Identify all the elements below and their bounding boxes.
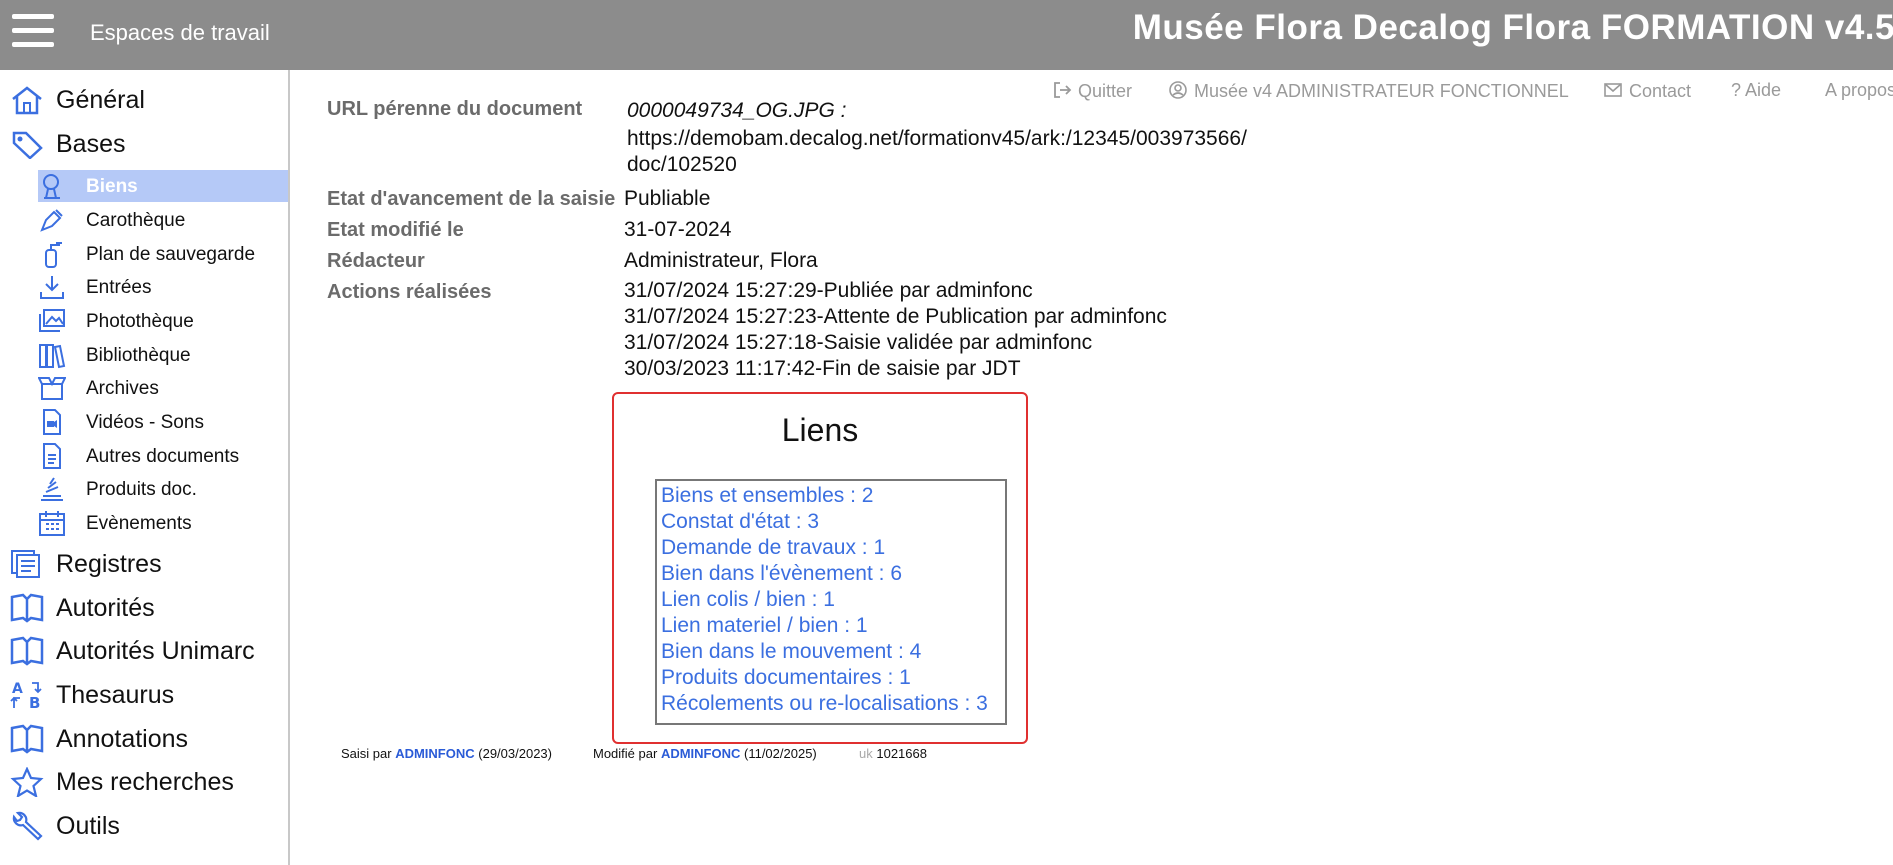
sidebar-item-general[interactable]: Général	[0, 80, 288, 120]
sidebar-item-label: Vidéos - Sons	[86, 412, 204, 433]
bust-icon	[38, 172, 66, 200]
action-line: 31/07/2024 15:27:23-Attente de Publicati…	[624, 305, 1167, 328]
lien-produits-documentaires[interactable]: Produits documentaires : 1	[661, 666, 911, 690]
modifie-user-link[interactable]: ADMINFONC	[661, 746, 740, 761]
images-icon	[38, 307, 66, 335]
modifie-value: 31-07-2024	[624, 218, 732, 241]
document-icon	[38, 442, 66, 470]
liens-panel: Liens Biens et ensembles : 2 Constat d'é…	[612, 392, 1028, 744]
sort-alpha-icon: AB	[10, 680, 44, 712]
sidebar-item-label: Produits doc.	[86, 479, 197, 500]
registers-icon	[10, 549, 44, 579]
sidebar-item-bases[interactable]: Bases	[0, 124, 288, 164]
sidebar-item-autorites-unimarc[interactable]: Autorités Unimarc	[0, 631, 288, 671]
modifie-info: Modifié par ADMINFONC (11/02/2025)	[593, 746, 817, 761]
liens-list: Biens et ensembles : 2 Constat d'état : …	[655, 479, 1007, 725]
etat-value: Publiable	[624, 187, 711, 210]
lien-recolements[interactable]: Récolements ou re-localisations : 3	[661, 692, 988, 716]
sidebar-item-bibliotheque[interactable]: Bibliothèque	[38, 339, 288, 371]
lien-biens-ensembles[interactable]: Biens et ensembles : 2	[661, 484, 873, 508]
tag-icon	[10, 129, 44, 160]
sidebar-item-label: Biens	[86, 176, 138, 197]
open-book-icon	[10, 724, 44, 754]
lien-demande-travaux[interactable]: Demande de travaux : 1	[661, 536, 885, 560]
redacteur-value: Administrateur, Flora	[624, 249, 818, 272]
lien-colis-bien[interactable]: Lien colis / bien : 1	[661, 588, 835, 612]
redacteur-label: Rédacteur	[327, 250, 425, 272]
sidebar-item-label: Bibliothèque	[86, 345, 191, 366]
books-icon	[38, 341, 66, 369]
sidebar-item-thesaurus[interactable]: AB Thesaurus	[0, 675, 288, 715]
sidebar-item-biens[interactable]: Biens	[38, 170, 288, 202]
sidebar-item-evenements[interactable]: Evènements	[38, 507, 288, 539]
pen-icon	[38, 206, 66, 234]
svg-text:B: B	[29, 694, 40, 710]
url-line-3[interactable]: doc/102520	[627, 152, 737, 178]
sidebar-item-annotations[interactable]: Annotations	[0, 719, 288, 759]
video-file-icon	[38, 408, 66, 436]
sidebar-item-phototheque[interactable]: Photothèque	[38, 305, 288, 337]
actions-label: Actions réalisées	[327, 281, 492, 303]
action-line: 31/07/2024 15:27:18-Saisie validée par a…	[624, 331, 1093, 354]
extinguisher-icon	[38, 240, 66, 268]
workspaces-button[interactable]: Espaces de travail	[90, 20, 270, 46]
box-icon	[37, 374, 67, 402]
sidebar-item-label: Annotations	[56, 725, 189, 753]
sidebar-item-label: Bases	[56, 130, 126, 158]
calendar-icon	[38, 509, 66, 537]
sidebar-item-label: Photothèque	[86, 311, 194, 332]
sidebar-item-registres[interactable]: Registres	[0, 544, 288, 584]
action-line: 31/07/2024 15:27:29-Publiée par adminfon…	[624, 279, 1033, 302]
modifie-label: Etat modifié le	[327, 219, 464, 241]
saisi-info: Saisi par ADMINFONC (29/03/2023)	[341, 746, 552, 761]
top-bar: Espaces de travail Musée Flora Decalog F…	[0, 0, 1893, 70]
lien-bien-evenement[interactable]: Bien dans l'évènement : 6	[661, 562, 902, 586]
lien-constat-etat[interactable]: Constat d'état : 3	[661, 510, 819, 534]
sidebar-item-label: Outils	[56, 812, 120, 840]
sidebar-item-label: Mes recherches	[56, 768, 234, 796]
sidebar-item-outils[interactable]: Outils	[0, 806, 288, 846]
saisi-user-link[interactable]: ADMINFONC	[395, 746, 474, 761]
sidebar-item-autorites[interactable]: Autorités	[0, 588, 288, 628]
wrench-icon	[10, 811, 44, 841]
sidebar-item-label: Autorités	[56, 594, 155, 622]
sidebar-item-label: Evènements	[86, 513, 192, 534]
liens-title: Liens	[781, 412, 859, 448]
url-line-1: 0000049734_OG.JPG :	[627, 99, 847, 122]
stack-icon	[38, 475, 66, 503]
open-book-icon	[10, 636, 44, 666]
svg-text:A: A	[12, 681, 23, 697]
sidebar-item-archives[interactable]: Archives	[37, 372, 288, 404]
menu-icon[interactable]	[12, 14, 54, 54]
sidebar-item-label: Plan de sauvegarde	[86, 244, 256, 265]
home-icon	[10, 85, 44, 115]
sidebar-item-entrees[interactable]: Entrées	[38, 271, 288, 303]
sidebar-item-plan-sauvegarde[interactable]: Plan de sauvegarde	[38, 238, 288, 270]
sidebar-item-label: Carothèque	[86, 210, 186, 231]
lien-materiel-bien[interactable]: Lien materiel / bien : 1	[661, 614, 868, 638]
action-line: 30/03/2023 11:17:42-Fin de saisie par JD…	[624, 357, 1021, 380]
sidebar-item-mes-recherches[interactable]: Mes recherches	[0, 762, 288, 802]
lien-bien-mouvement[interactable]: Bien dans le mouvement : 4	[661, 640, 921, 664]
sidebar-item-videos-sons[interactable]: Vidéos - Sons	[38, 406, 288, 438]
sidebar-item-autres-documents[interactable]: Autres documents	[38, 440, 288, 472]
download-icon	[38, 273, 66, 301]
sidebar: Général Bases Biens Carothèque Plan de s…	[0, 70, 290, 865]
sidebar-item-label: Thesaurus	[56, 681, 175, 709]
sidebar-item-label: Entrées	[86, 277, 152, 298]
open-book-icon	[10, 593, 44, 623]
app-title: Musée Flora Decalog Flora FORMATION v4.5	[1132, 8, 1893, 47]
sidebar-item-label: Registres	[56, 550, 162, 578]
url-label: URL pérenne du document	[327, 98, 583, 120]
sidebar-item-label: Autres documents	[86, 446, 240, 467]
star-icon	[10, 766, 44, 799]
etat-label: Etat d'avancement de la saisie	[327, 188, 616, 210]
sidebar-item-label: Autorités Unimarc	[56, 637, 255, 665]
sidebar-item-carotheque[interactable]: Carothèque	[38, 204, 288, 236]
url-line-2[interactable]: https://demobam.decalog.net/formationv45…	[627, 126, 1247, 152]
sidebar-item-label: Archives	[86, 378, 159, 399]
sidebar-item-produits-doc[interactable]: Produits doc.	[38, 473, 288, 505]
sidebar-item-label: Général	[56, 86, 145, 114]
uk-info: uk 1021668	[859, 746, 927, 761]
